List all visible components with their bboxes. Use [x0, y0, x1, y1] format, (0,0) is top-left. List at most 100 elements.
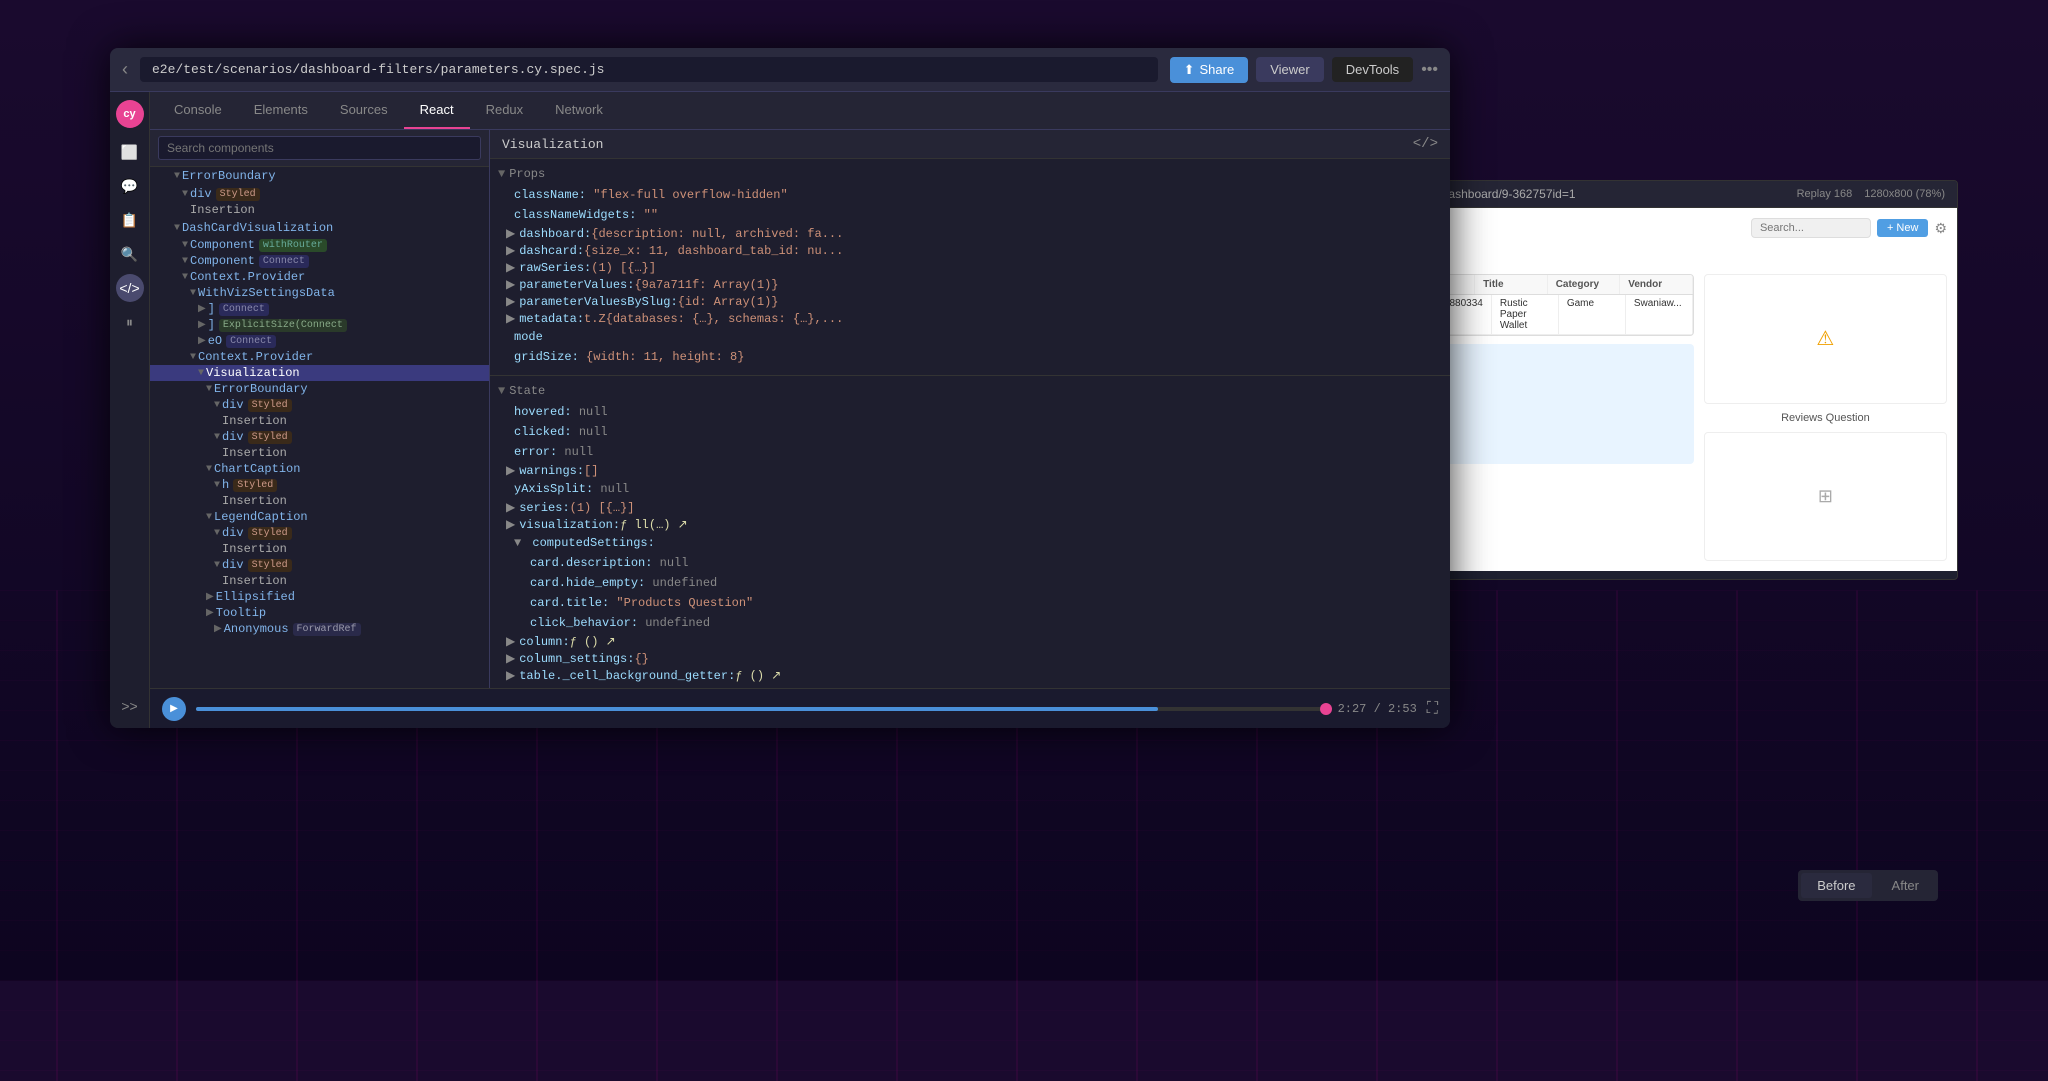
tree-line[interactable]: ▼ ErrorBoundary	[150, 381, 489, 397]
tree-line[interactable]: ▶ eO Connect	[150, 333, 489, 349]
tree-line[interactable]: ▼ DashCardVisualization	[150, 220, 489, 236]
state-series-expand[interactable]: ▶ series: (1) [{…}]	[498, 499, 1442, 516]
expand-arrow-icon: ▶	[506, 500, 515, 515]
sidebar-icon-files[interactable]: 📋	[116, 206, 144, 234]
tree-line[interactable]: ▶ ] Connect	[150, 301, 489, 317]
tree-line[interactable]: ▼ ChartCaption	[150, 461, 489, 477]
sidebar-icon-expand[interactable]: >>	[116, 692, 144, 720]
state-section-header[interactable]: ▼ State	[498, 380, 1442, 402]
state-clicked: clicked: null	[498, 422, 1442, 442]
share-button[interactable]: ⬆ Share	[1170, 57, 1249, 83]
tree-line[interactable]: ▶ Anonymous ForwardRef	[150, 621, 489, 637]
state-warnings-expand[interactable]: ▶ warnings: []	[498, 462, 1442, 479]
tree-line[interactable]: ▼ div Styled	[150, 397, 489, 413]
tab-redux[interactable]: Redux	[470, 92, 540, 129]
tree-line[interactable]: ▼ h Styled	[150, 477, 489, 493]
tree-line[interactable]: ▼ Component Connect	[150, 253, 489, 269]
content-area: ▼ ErrorBoundary ▼ div Styled	[150, 130, 1450, 688]
sidebar-icon-search[interactable]: 🔍	[116, 240, 144, 268]
tree-line-visualization-selected[interactable]: ▼ Visualization	[150, 365, 489, 381]
tree-line[interactable]: ▶ Ellipsified	[150, 589, 489, 605]
prop-metadata-expand[interactable]: ▶ metadata: t.Z{databases: {…}, schemas:…	[498, 310, 1442, 327]
tree-line-insertion[interactable]: Insertion	[150, 493, 489, 509]
warning-icon: ⚠	[1816, 326, 1834, 351]
state-yaxissplit: yAxisSplit: null	[498, 479, 1442, 499]
before-button[interactable]: Before	[1801, 873, 1871, 898]
tree-line-insertion[interactable]: Insertion	[150, 202, 489, 218]
code-icon[interactable]: </>	[1413, 136, 1438, 152]
sidebar-icon-pause[interactable]: ⏸	[116, 308, 144, 336]
prop-dashcard-expand[interactable]: ▶ dashcard: {size_x: 11, dashboard_tab_i…	[498, 242, 1442, 259]
tab-elements[interactable]: Elements	[238, 92, 324, 129]
state-column-expand[interactable]: ▶ column: ƒ () ↗	[498, 633, 1442, 650]
tab-console[interactable]: Console	[158, 92, 238, 129]
back-button[interactable]: ‹	[122, 59, 128, 80]
state-cellbg-expand[interactable]: ▶ table._cell_background_getter: ƒ () ↗	[498, 667, 1442, 684]
play-button[interactable]: ▶	[162, 697, 186, 721]
prop-paramvaluesslug-expand[interactable]: ▶ parameterValuesBySlug: {id: Array(1)}	[498, 293, 1442, 310]
expand-arrow-icon: ▶	[506, 243, 515, 258]
prop-dashboard-expand[interactable]: ▶ dashboard: {description: null, archive…	[498, 225, 1442, 242]
tree-line-insertion[interactable]: Insertion	[150, 445, 489, 461]
after-button[interactable]: After	[1876, 873, 1935, 898]
sidebar-icon-inspector[interactable]: ⬜	[116, 138, 144, 166]
sidebar-icon-code[interactable]: </>	[116, 274, 144, 302]
state-colsettings-expand[interactable]: ▶ column_settings: {}	[498, 650, 1442, 667]
dashboard-new-button[interactable]: + New	[1877, 219, 1929, 237]
tree-line[interactable]: ▶ ] ExplicitSize(Connect	[150, 317, 489, 333]
tree-line[interactable]: ▼ div Styled	[150, 186, 489, 202]
tree-line[interactable]: ▼ div Styled	[150, 557, 489, 573]
arrow-icon: ▼	[190, 288, 196, 299]
search-bar	[150, 130, 489, 167]
dashboard-settings-icon[interactable]: ⚙	[1934, 220, 1947, 237]
timeline-expand-icon[interactable]: ⛶	[1427, 700, 1438, 718]
dashboard-warning-area: ⚠	[1704, 274, 1947, 404]
state-props-section: ▼ State hovered: null clicked: null	[490, 376, 1450, 688]
props-section-header[interactable]: ▼ Props	[498, 163, 1442, 185]
prop-paramvalues-expand[interactable]: ▶ parameterValues: {9a7a711f: Array(1)}	[498, 276, 1442, 293]
props-header: Visualization </>	[490, 130, 1450, 159]
arrow-icon: ▼	[182, 240, 188, 251]
timeline: ▶ 2:27 / 2:53 ⛶	[150, 688, 1450, 728]
arrow-icon: ▼	[206, 512, 212, 523]
state-viz-expand[interactable]: ▶ visualization: ƒ ll(…) ↗	[498, 516, 1442, 533]
tab-sources[interactable]: Sources	[324, 92, 404, 129]
tree-line[interactable]: ▼ Context.Provider	[150, 349, 489, 365]
props-section: ▼ Props className: "flex-full overflow-h…	[490, 159, 1450, 371]
arrow-icon: ▶	[198, 303, 206, 315]
arrow-icon: ▼	[182, 272, 188, 283]
tree-line[interactable]: ▼ LegendCaption	[150, 509, 489, 525]
expand-arrow-icon: ▶	[506, 517, 515, 532]
viewer-button[interactable]: Viewer	[1256, 57, 1324, 82]
state-click-behavior: click_behavior: undefined	[498, 613, 1442, 633]
tab-react[interactable]: React	[404, 92, 470, 129]
expand-arrow-icon: ▶	[506, 277, 515, 292]
col-title: Title	[1475, 275, 1548, 294]
tree-line[interactable]: ▶ Tooltip	[150, 605, 489, 621]
devtools-button[interactable]: DevTools	[1332, 57, 1413, 82]
tree-line[interactable]: ▼ WithVizSettingsData	[150, 285, 489, 301]
search-input[interactable]	[158, 136, 481, 160]
state-card-title: card.title: "Products Question"	[498, 593, 1442, 613]
tree-line[interactable]: ▼ div Styled	[150, 429, 489, 445]
tab-network[interactable]: Network	[539, 92, 619, 129]
arrow-icon: ▶	[214, 623, 222, 635]
more-button[interactable]: •••	[1421, 61, 1438, 79]
tree-line[interactable]: ▼ div Styled	[150, 525, 489, 541]
timeline-bar[interactable]	[196, 707, 1328, 711]
arrow-icon: ▶	[198, 335, 206, 347]
tree-line-insertion[interactable]: Insertion	[150, 413, 489, 429]
tree-line[interactable]: ▼ ErrorBoundary	[150, 168, 489, 184]
tree-line-insertion[interactable]: Insertion	[150, 541, 489, 557]
dashboard-search[interactable]	[1751, 218, 1871, 238]
devtools-area: cy ⬜ 💬 📋 🔍 </> ⏸ >> Console Elements Sou…	[110, 92, 1450, 728]
arrow-icon: ▼	[182, 189, 188, 200]
tree-line-insertion[interactable]: Insertion	[150, 573, 489, 589]
prop-rawseries-expand[interactable]: ▶ rawSeries: (1) [{…}]	[498, 259, 1442, 276]
tree-line[interactable]: ▼ Context.Provider	[150, 269, 489, 285]
tree-line[interactable]: ▼ Component withRouter	[150, 237, 489, 253]
col-category: Category	[1548, 275, 1621, 294]
arrow-icon: ▶	[206, 591, 214, 603]
sidebar-icon-chat[interactable]: 💬	[116, 172, 144, 200]
expand-arrow-icon: ▶	[506, 260, 515, 275]
